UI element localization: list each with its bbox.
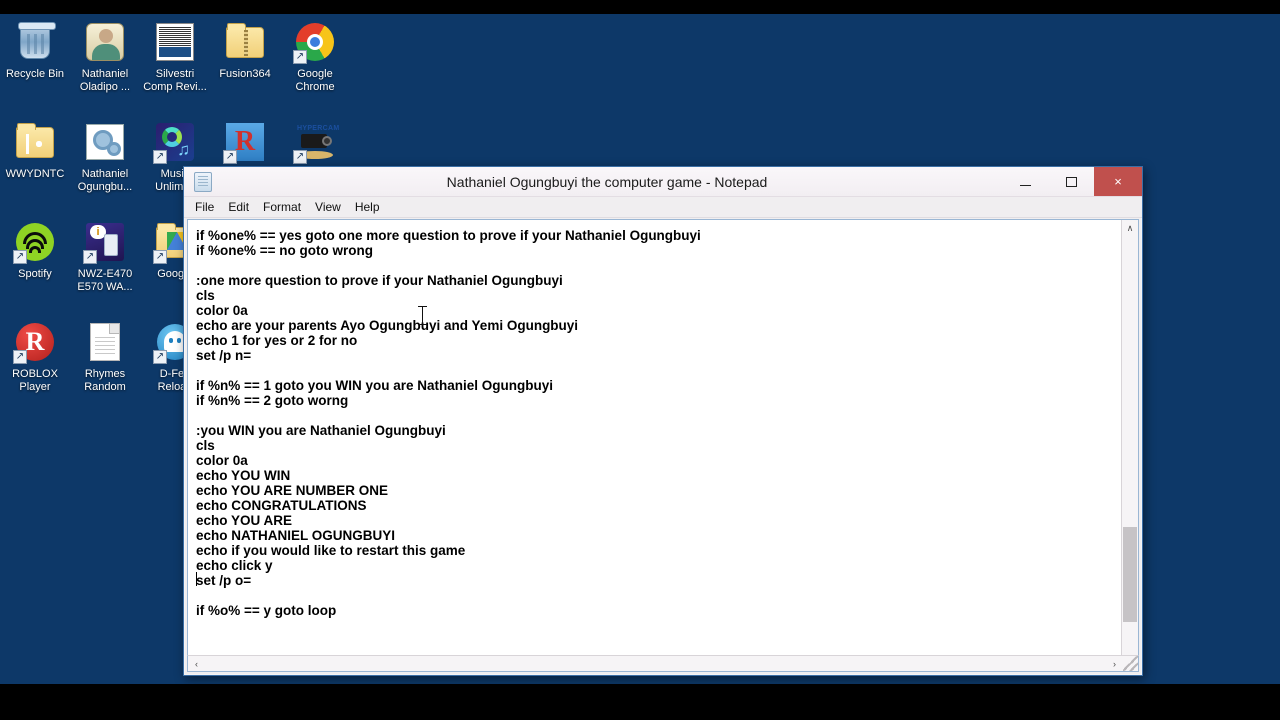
- vertical-scroll-track[interactable]: [1122, 237, 1138, 654]
- notepad-window[interactable]: Nathaniel Ogungbuyi the computer game - …: [183, 166, 1143, 676]
- desktop-icon-roblox-player[interactable]: R ↗ ROBLOX Player: [0, 314, 70, 414]
- desktop-icon-nwz-e470[interactable]: ↗ NWZ-E470 E570 WA...: [70, 214, 140, 314]
- desktop-icon-label: Nathaniel Oladipo ...: [71, 68, 139, 94]
- desktop-icon-label: WWYDNTC: [1, 168, 69, 181]
- notepad-icon: [194, 172, 212, 192]
- shortcut-arrow-icon: ↗: [13, 250, 27, 264]
- menu-item-help[interactable]: Help: [348, 198, 387, 217]
- desktop-icon-label: ROBLOX Player: [1, 368, 69, 394]
- vertical-scroll-thumb[interactable]: [1123, 527, 1137, 622]
- desktop-icon-google-chrome[interactable]: ↗ Google Chrome: [280, 14, 350, 114]
- minimize-button[interactable]: [1002, 167, 1048, 196]
- text-editor[interactable]: if %one% == yes goto one more question t…: [188, 220, 1121, 671]
- user-photo-icon: [83, 20, 127, 64]
- zip-folder-icon: [223, 20, 267, 64]
- text-caret: [196, 572, 197, 586]
- chrome-icon: ↗: [293, 20, 337, 64]
- shortcut-arrow-icon: ↗: [83, 250, 97, 264]
- window-title-bar[interactable]: Nathaniel Ogungbuyi the computer game - …: [184, 167, 1142, 197]
- menu-item-file[interactable]: File: [188, 198, 221, 217]
- roblox-player-icon: R ↗: [13, 320, 57, 364]
- roblox-studio-icon: R ↗: [223, 120, 267, 164]
- vertical-scrollbar[interactable]: ∧ ∨: [1121, 220, 1138, 671]
- menu-bar[interactable]: File Edit Format View Help: [184, 197, 1142, 218]
- desktop-icon-nathaniel-ogungbuyi-settings[interactable]: Nathaniel Ogungbu...: [70, 114, 140, 214]
- menu-item-edit[interactable]: Edit: [221, 198, 256, 217]
- menu-item-format[interactable]: Format: [256, 198, 308, 217]
- shortcut-arrow-icon: ↗: [293, 50, 307, 64]
- settings-gear-icon: [83, 120, 127, 164]
- desktop-icon-spotify[interactable]: ↗ Spotify: [0, 214, 70, 314]
- shortcut-arrow-icon: ↗: [153, 250, 167, 264]
- shortcut-arrow-icon: ↗: [153, 150, 167, 164]
- window-resize-grip[interactable]: [1123, 656, 1138, 671]
- desktop-icon-rhymes-random[interactable]: Rhymes Random: [70, 314, 140, 414]
- music-unlimited-icon: ↗: [153, 120, 197, 164]
- document-thumb-icon: [153, 20, 197, 64]
- close-button[interactable]: ×: [1094, 167, 1142, 196]
- scroll-up-arrow-icon[interactable]: ∧: [1122, 220, 1138, 237]
- shortcut-arrow-icon: ↗: [13, 350, 27, 364]
- desktop-icon-wwydntc[interactable]: WWYDNTC: [0, 114, 70, 214]
- horizontal-scrollbar[interactable]: ‹ ›: [187, 655, 1139, 672]
- shortcut-arrow-icon: ↗: [223, 150, 237, 164]
- desktop-icon-label: Silvestri Comp Revi...: [141, 68, 209, 94]
- desktop-icon-label: Google Chrome: [281, 68, 349, 94]
- menu-item-view[interactable]: View: [308, 198, 348, 217]
- desktop-icon-label: Rhymes Random: [71, 368, 139, 394]
- desktop-icon-recycle-bin[interactable]: Recycle Bin: [0, 14, 70, 114]
- shortcut-arrow-icon: ↗: [153, 350, 167, 364]
- desktop-icon-label: Recycle Bin: [1, 68, 69, 81]
- desktop-icon-silvestri-comp-review[interactable]: Silvestri Comp Revi...: [140, 14, 210, 114]
- maximize-button[interactable]: [1048, 167, 1094, 196]
- desktop-icon-label: Spotify: [1, 268, 69, 281]
- walkman-icon: ↗: [83, 220, 127, 264]
- desktop-icon-label: NWZ-E470 E570 WA...: [71, 268, 139, 294]
- letterbox-top: [0, 0, 1280, 14]
- desktop[interactable]: Recycle Bin Nathaniel Oladipo ... Silves…: [0, 14, 1280, 684]
- window-title: Nathaniel Ogungbuyi the computer game - …: [212, 167, 1002, 196]
- open-folder-icon: [13, 120, 57, 164]
- recycle-bin-icon: [13, 20, 57, 64]
- desktop-icon-fusion364[interactable]: Fusion364: [210, 14, 280, 114]
- editor-area[interactable]: if %one% == yes goto one more question t…: [187, 219, 1139, 672]
- scroll-right-arrow-icon[interactable]: ›: [1106, 656, 1123, 671]
- hypercam-icon: HYPERCAM ↗: [293, 120, 337, 164]
- desktop-icon-row: Recycle Bin Nathaniel Oladipo ... Silves…: [0, 14, 360, 114]
- text-document-icon: [83, 320, 127, 364]
- horizontal-scroll-track[interactable]: [205, 656, 1106, 671]
- desktop-icon-label: Fusion364: [211, 68, 279, 81]
- spotify-icon: ↗: [13, 220, 57, 264]
- desktop-icon-label: Nathaniel Ogungbu...: [71, 168, 139, 194]
- desktop-icon-nathaniel-oladipo[interactable]: Nathaniel Oladipo ...: [70, 14, 140, 114]
- scroll-left-arrow-icon[interactable]: ‹: [188, 656, 205, 671]
- letterbox-bottom: [0, 684, 1280, 720]
- shortcut-arrow-icon: ↗: [293, 150, 307, 164]
- screen: Recycle Bin Nathaniel Oladipo ... Silves…: [0, 0, 1280, 720]
